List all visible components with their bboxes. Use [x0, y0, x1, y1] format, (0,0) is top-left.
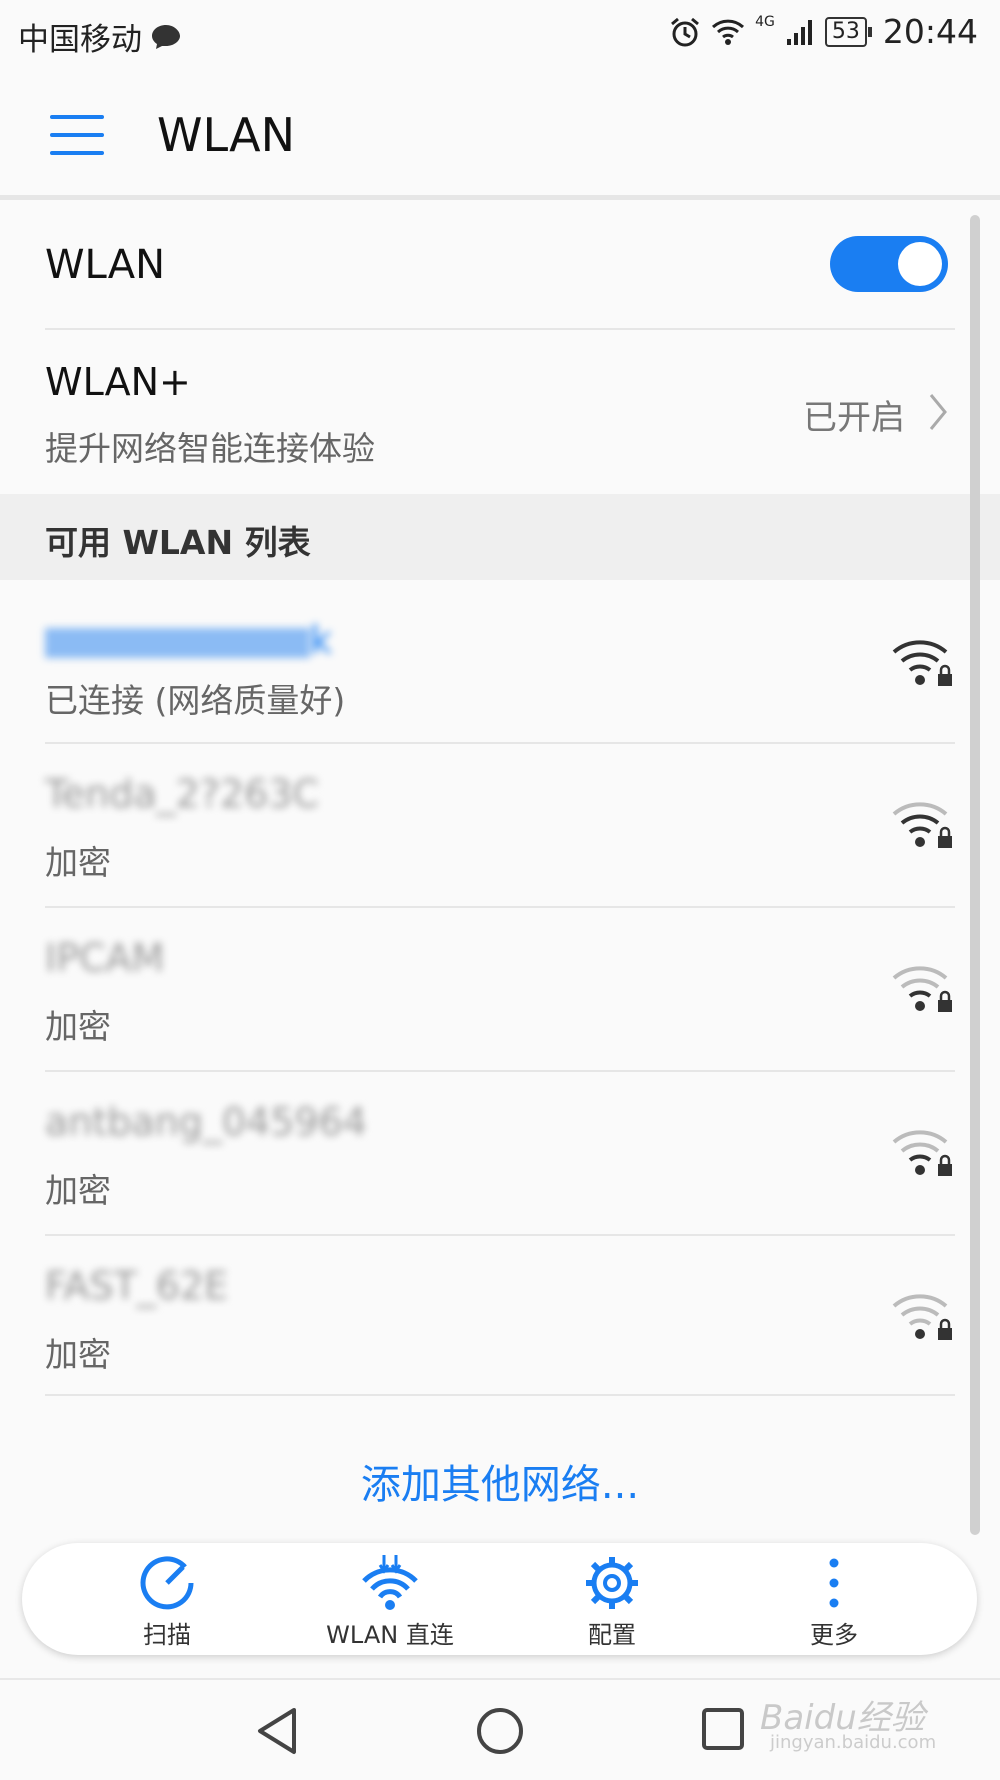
wlan-plus-subtitle: 提升网络智能连接体验: [45, 429, 375, 468]
back-icon[interactable]: [254, 1706, 300, 1756]
more-icon: [829, 1558, 839, 1608]
status-left: 中国移动: [18, 14, 182, 59]
network-type: 4G: [755, 13, 775, 30]
wifi-signal-lock-icon: [892, 1294, 952, 1340]
menu-icon[interactable]: [50, 115, 104, 155]
network-row[interactable]: Tenda_2?263C 加密: [0, 744, 970, 906]
network-row[interactable]: antbang_045964 加密: [0, 1072, 970, 1234]
chevron-right-icon: [929, 394, 947, 430]
wlan-plus-status: 已开启: [803, 398, 905, 438]
network-name: IPCAM: [45, 936, 165, 980]
bottom-toolbar: 扫描 WLAN 直连 配置 更多: [22, 1543, 977, 1655]
more-label: 更多: [810, 1621, 858, 1649]
wifi-signal-lock-icon: [892, 966, 952, 1012]
wifi-signal-lock-icon: [892, 1130, 952, 1176]
clock: 20:44: [882, 12, 978, 51]
network-name: k: [45, 618, 332, 662]
wlan-toggle-label: WLAN: [45, 242, 166, 288]
signal-icon: [786, 19, 812, 45]
network-status: 加密: [45, 843, 111, 882]
wlan-toggle-row[interactable]: WLAN: [0, 200, 970, 328]
network-status: 已连接 (网络质量好): [45, 681, 346, 720]
network-row[interactable]: k 已连接 (网络质量好): [0, 582, 970, 742]
network-status: 加密: [45, 1171, 111, 1210]
wlan-direct-icon: [362, 1555, 418, 1610]
wlan-plus-row[interactable]: WLAN+ 提升网络智能连接体验 已开启: [0, 330, 970, 494]
gear-icon: [586, 1557, 638, 1609]
home-icon[interactable]: [475, 1706, 525, 1756]
wifi-status-icon: [712, 19, 745, 45]
network-row[interactable]: IPCAM 加密: [0, 908, 970, 1070]
add-network-link[interactable]: 添加其他网络...: [0, 1452, 1000, 1510]
toggle-knob: [898, 242, 942, 286]
network-name: antbang_045964: [45, 1100, 367, 1144]
scan-button[interactable]: 扫描: [57, 1543, 277, 1655]
wlan-plus-title: WLAN+: [45, 360, 191, 404]
wlan-toggle-switch[interactable]: [830, 236, 948, 292]
scan-label: 扫描: [143, 1621, 191, 1649]
wifi-signal-lock-icon: [892, 640, 952, 686]
network-status: 加密: [45, 1335, 111, 1374]
recents-icon[interactable]: [700, 1706, 746, 1752]
status-bar: 中国移动 4G 53 20:44: [0, 0, 1000, 70]
wlan-direct-label: WLAN 直连: [326, 1621, 454, 1649]
alarm-icon: [671, 17, 700, 46]
config-button[interactable]: 配置: [502, 1543, 722, 1655]
app-bar: WLAN: [0, 70, 1000, 200]
available-networks-header: 可用 WLAN 列表: [0, 494, 1000, 580]
carrier-label: 中国移动: [18, 22, 142, 58]
config-label: 配置: [588, 1621, 636, 1649]
section-title: 可用 WLAN 列表: [45, 523, 311, 562]
network-status: 加密: [45, 1007, 111, 1046]
network-name: Tenda_2?263C: [45, 772, 320, 816]
watermark-url: jingyan.baidu.com: [770, 1732, 937, 1753]
message-icon: [152, 24, 180, 49]
page-title: WLAN: [157, 108, 296, 162]
divider: [45, 1394, 955, 1396]
scan-icon: [140, 1556, 194, 1610]
more-button[interactable]: 更多: [724, 1543, 944, 1655]
status-right: 4G 53 20:44: [669, 12, 978, 51]
scrollbar[interactable]: [970, 215, 980, 1535]
wlan-direct-button[interactable]: WLAN 直连: [280, 1543, 500, 1655]
wifi-signal-lock-icon: [892, 802, 952, 848]
battery-indicator: 53: [824, 16, 872, 47]
network-row[interactable]: FAST_62E 加密: [0, 1236, 970, 1398]
network-name: FAST_62E: [45, 1264, 229, 1308]
